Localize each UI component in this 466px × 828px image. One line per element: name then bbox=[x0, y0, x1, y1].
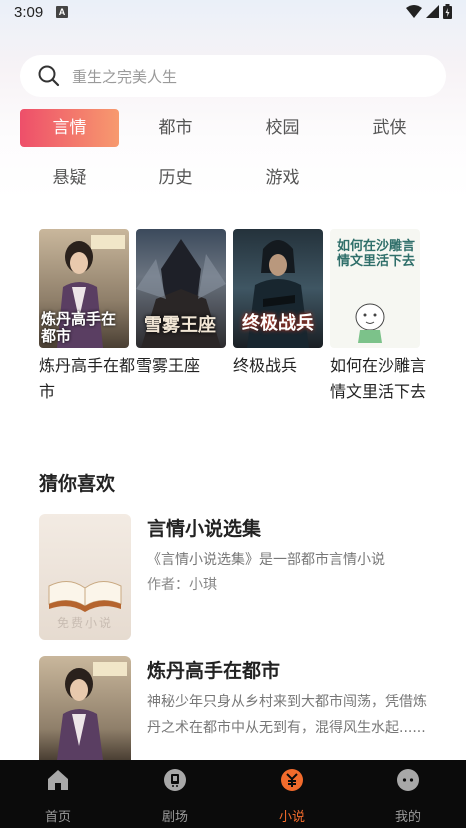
book-title: 终极战兵 bbox=[233, 356, 298, 375]
bottom-tab-bar: 首页 剧场 小说 我的 bbox=[0, 760, 466, 828]
category-tab-mystery[interactable]: 悬疑 bbox=[20, 159, 119, 197]
wifi-icon bbox=[406, 5, 422, 18]
tab-label: 首页 bbox=[44, 810, 71, 825]
featured-book[interactable]: 雪雾王座 雪雾王座 bbox=[136, 229, 226, 379]
tab-label: 我的 bbox=[394, 810, 421, 825]
character-illustration bbox=[57, 662, 127, 760]
featured-book[interactable]: 炼丹高手在都市 炼丹高手在都市 bbox=[39, 229, 135, 405]
tab-label: 小说 bbox=[278, 810, 305, 825]
category-tab-history[interactable]: 历史 bbox=[126, 159, 225, 197]
book-description: 神秘少年只身从乡村来到大都市闯荡，凭借炼丹之术在都市中从无到有，混得风生水起..… bbox=[147, 694, 427, 736]
featured-book[interactable]: 终极战兵 终极战兵 bbox=[233, 229, 323, 379]
search-icon bbox=[38, 65, 60, 87]
tab-label: 剧场 bbox=[161, 810, 188, 825]
book-title: 言情小说选集 bbox=[147, 518, 262, 540]
book-description: 《言情小说选集》是一部都市言情小说 bbox=[147, 552, 385, 568]
search-input[interactable]: 重生之完美人生 bbox=[20, 55, 446, 97]
cartoon-illustration bbox=[355, 303, 385, 343]
tab-profile[interactable]: 我的 bbox=[368, 768, 448, 825]
signal-icon bbox=[426, 5, 439, 18]
book-cover: 雪雾王座 bbox=[136, 229, 226, 348]
recommendation-item[interactable]: 免费小说 言情小说选集 《言情小说选集》是一部都市言情小说 作者：小琪 bbox=[39, 514, 439, 640]
recommendation-item[interactable]: 炼丹高手在都市 神秘少年只身从乡村来到大都市闯荡，凭借炼丹之术在都市中从无到有，… bbox=[39, 656, 439, 760]
search-placeholder: 重生之完美人生 bbox=[72, 67, 178, 86]
cover-title: 终极战兵 bbox=[242, 313, 314, 334]
book-cover bbox=[39, 656, 131, 760]
tab-novel[interactable]: 小说 bbox=[252, 768, 332, 825]
status-bar: 3:09 A bbox=[0, 0, 466, 28]
cover-watermark: 免费小说 bbox=[56, 616, 113, 630]
status-time: 3:09 bbox=[14, 4, 44, 21]
battery-icon bbox=[443, 4, 452, 19]
book-title: 如何在沙雕言情文里活下去 bbox=[330, 356, 426, 401]
tab-home[interactable]: 首页 bbox=[18, 768, 98, 825]
novel-icon bbox=[281, 769, 303, 791]
book-cover: 终极战兵 bbox=[233, 229, 323, 348]
book-cover: 炼丹高手在都市 bbox=[39, 229, 129, 348]
category-tab-wuxia[interactable]: 武侠 bbox=[340, 109, 439, 147]
book-author: 作者：小琪 bbox=[147, 577, 217, 593]
category-tab-urban[interactable]: 都市 bbox=[126, 109, 225, 147]
status-icons bbox=[406, 4, 452, 19]
category-tab-romance[interactable]: 言情 bbox=[20, 109, 119, 147]
notification-icon: A bbox=[56, 6, 68, 18]
book-title: 炼丹高手在都市 bbox=[39, 356, 135, 401]
category-tab-game[interactable]: 游戏 bbox=[233, 159, 332, 197]
featured-book[interactable]: 如何在沙雕言情文里活下去 如何在沙雕言情文里活下去 bbox=[330, 229, 426, 405]
theater-icon bbox=[164, 769, 186, 791]
profile-icon bbox=[397, 769, 419, 791]
tab-theater[interactable]: 剧场 bbox=[135, 768, 215, 825]
book-cover: 免费小说 bbox=[39, 514, 131, 640]
cover-title: 炼丹高手在都市 bbox=[41, 310, 117, 345]
section-title: 猜你喜欢 bbox=[39, 473, 116, 495]
category-tab-campus[interactable]: 校园 bbox=[233, 109, 332, 147]
book-title: 炼丹高手在都市 bbox=[147, 660, 281, 682]
book-title: 雪雾王座 bbox=[136, 356, 201, 375]
cover-title: 雪雾王座 bbox=[144, 315, 216, 336]
book-cover: 如何在沙雕言情文里活下去 bbox=[330, 229, 420, 348]
home-icon bbox=[48, 770, 68, 790]
